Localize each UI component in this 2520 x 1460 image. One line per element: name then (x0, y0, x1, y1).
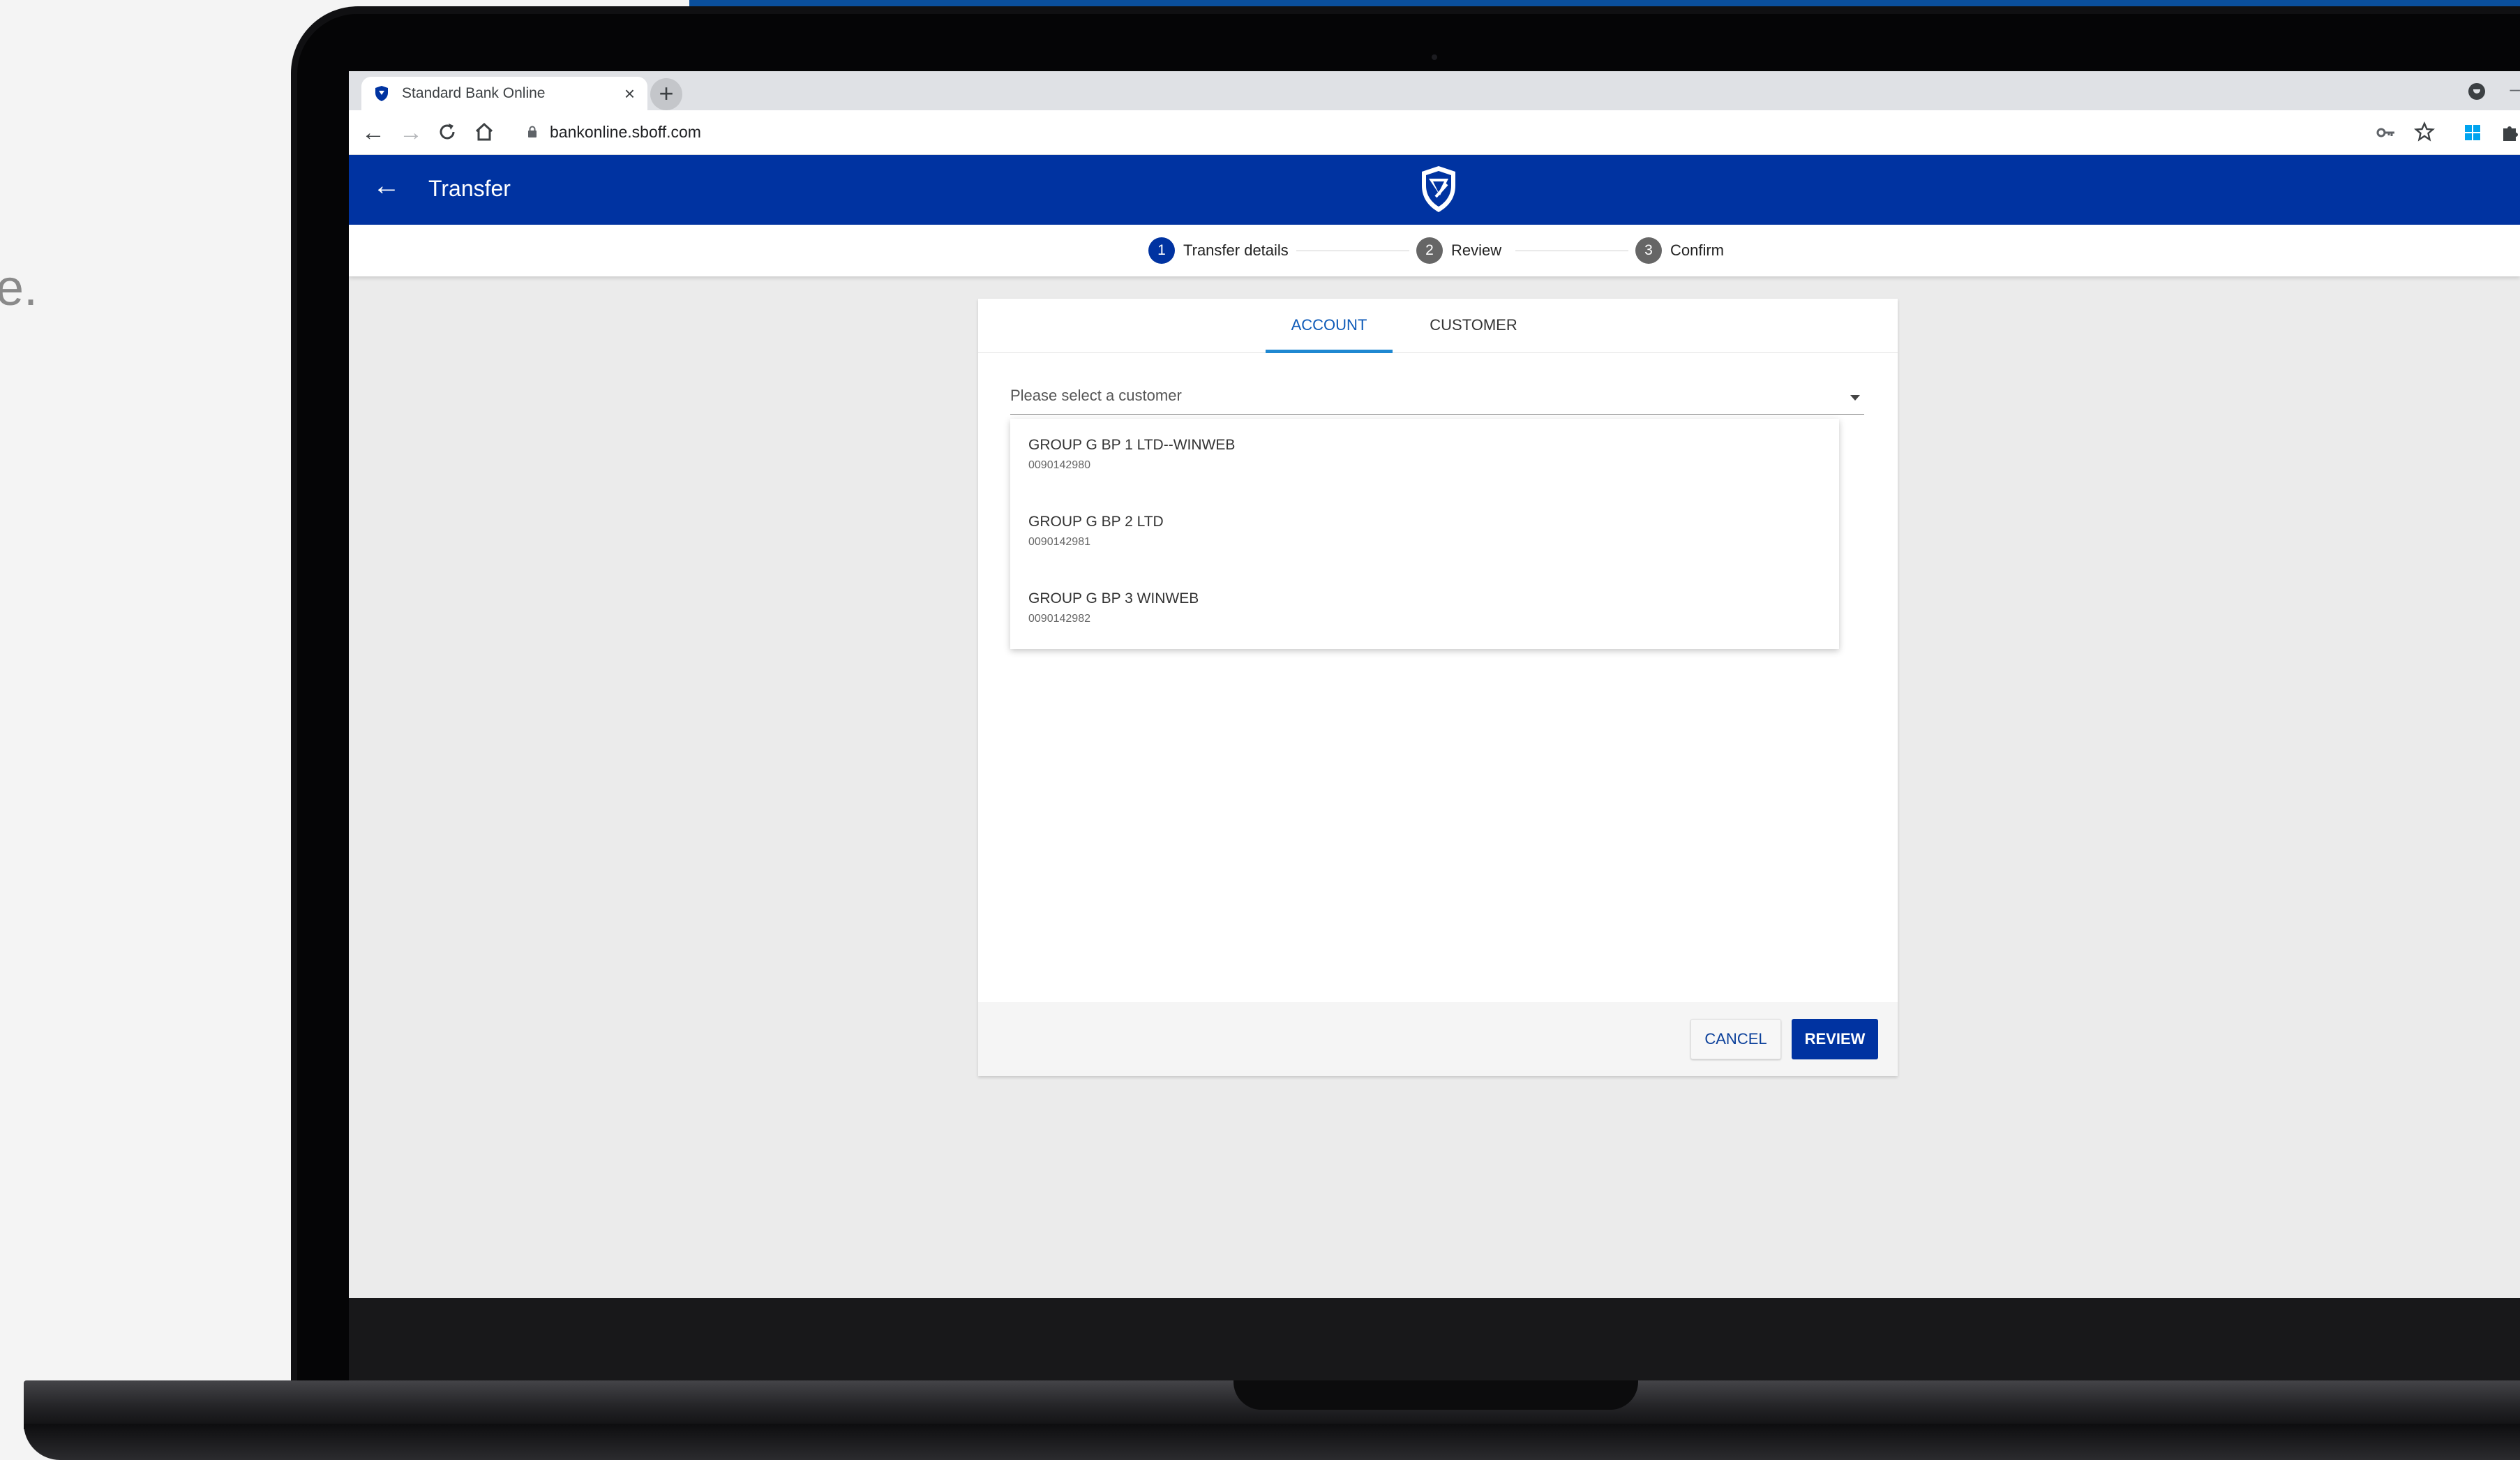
progress-stepper: 1 Transfer details 2 Review 3 Confirm (349, 225, 2520, 276)
customer-option[interactable]: GROUP G BP 3 WINWEB 0090142982 (1010, 572, 1839, 649)
new-tab-button[interactable]: + (650, 78, 682, 110)
background-partial-text: e. (0, 260, 38, 316)
step-label: Confirm (1670, 241, 1725, 259)
transfer-type-tabs: ACCOUNT CUSTOMER (978, 299, 1898, 353)
dropdown-caret-icon[interactable] (1850, 395, 1860, 401)
step-label: Review (1451, 241, 1502, 259)
laptop-screen: Standard Bank Online × + – ← → bankonlin… (349, 71, 2520, 1298)
home-icon[interactable] (473, 121, 495, 143)
address-bar-url[interactable]: bankonline.sboff.com (550, 123, 701, 142)
browser-toolbar: ← → bankonline.sboff.com (349, 110, 2520, 155)
step-transfer-details: 1 Transfer details (1148, 237, 1289, 264)
reload-icon[interactable] (437, 121, 458, 142)
laptop-camera (1432, 54, 1437, 60)
back-icon[interactable]: ← (361, 119, 385, 147)
customer-option-name: GROUP G BP 2 LTD (1028, 514, 1164, 530)
forward-icon[interactable]: → (399, 119, 423, 147)
app-header: ← Transfer (349, 155, 2520, 225)
close-tab-icon[interactable]: × (624, 83, 635, 105)
minimize-button[interactable]: – (2510, 78, 2520, 100)
laptop-bezel-bottom (349, 1298, 2520, 1382)
step-confirm: 3 Confirm (1635, 237, 1724, 264)
browser-tab[interactable]: Standard Bank Online × (361, 77, 647, 110)
tab-title: Standard Bank Online (402, 85, 546, 101)
bookmark-star-icon[interactable] (2414, 121, 2435, 142)
page-title: Transfer (428, 176, 511, 201)
customer-option-account: 0090142980 (1028, 459, 1090, 471)
step-review: 2 Review (1416, 237, 1501, 264)
transfer-card: ACCOUNT CUSTOMER Please select a custome… (978, 299, 1898, 1076)
step-number: 3 (1635, 237, 1662, 264)
back-arrow-icon[interactable]: ← (373, 170, 400, 202)
laptop-base-lip (24, 1424, 2520, 1460)
customer-dropdown-menu: GROUP G BP 1 LTD--WINWEB 0090142980 GROU… (1010, 419, 1839, 649)
customer-option[interactable]: GROUP G BP 2 LTD 0090142981 (1010, 496, 1839, 572)
customer-option[interactable]: GROUP G BP 1 LTD--WINWEB 0090142980 (1010, 419, 1839, 496)
cancel-button[interactable]: CANCEL (1690, 1019, 1781, 1059)
customer-option-name: GROUP G BP 3 WINWEB (1028, 590, 1199, 606)
customer-select-placeholder: Please select a customer (1010, 387, 1182, 404)
lock-icon[interactable] (527, 126, 537, 138)
step-number: 2 (1416, 237, 1443, 264)
browser-tabstrip: Standard Bank Online × + – (349, 71, 2520, 110)
card-footer: CANCEL REVIEW (978, 1002, 1898, 1076)
step-label: Transfer details (1183, 241, 1289, 259)
extensions-puzzle-icon[interactable] (2500, 123, 2520, 142)
customer-option-account: 0090142982 (1028, 613, 1090, 625)
review-button[interactable]: REVIEW (1792, 1019, 1878, 1059)
laptop-notch (1233, 1380, 1638, 1410)
profile-icon[interactable] (2468, 83, 2485, 100)
tab-account[interactable]: ACCOUNT (1266, 299, 1393, 353)
customer-option-name: GROUP G BP 1 LTD--WINWEB (1028, 437, 1236, 453)
tab-customer[interactable]: CUSTOMER (1415, 299, 1532, 353)
bank-shield-icon (375, 86, 388, 101)
extension-windows-icon[interactable] (2464, 124, 2481, 141)
customer-select[interactable]: Please select a customer (1010, 380, 1864, 415)
step-number: 1 (1148, 237, 1175, 264)
standard-bank-logo-icon (1422, 166, 1455, 212)
key-icon[interactable] (2376, 126, 2396, 140)
customer-option-account: 0090142981 (1028, 536, 1090, 548)
